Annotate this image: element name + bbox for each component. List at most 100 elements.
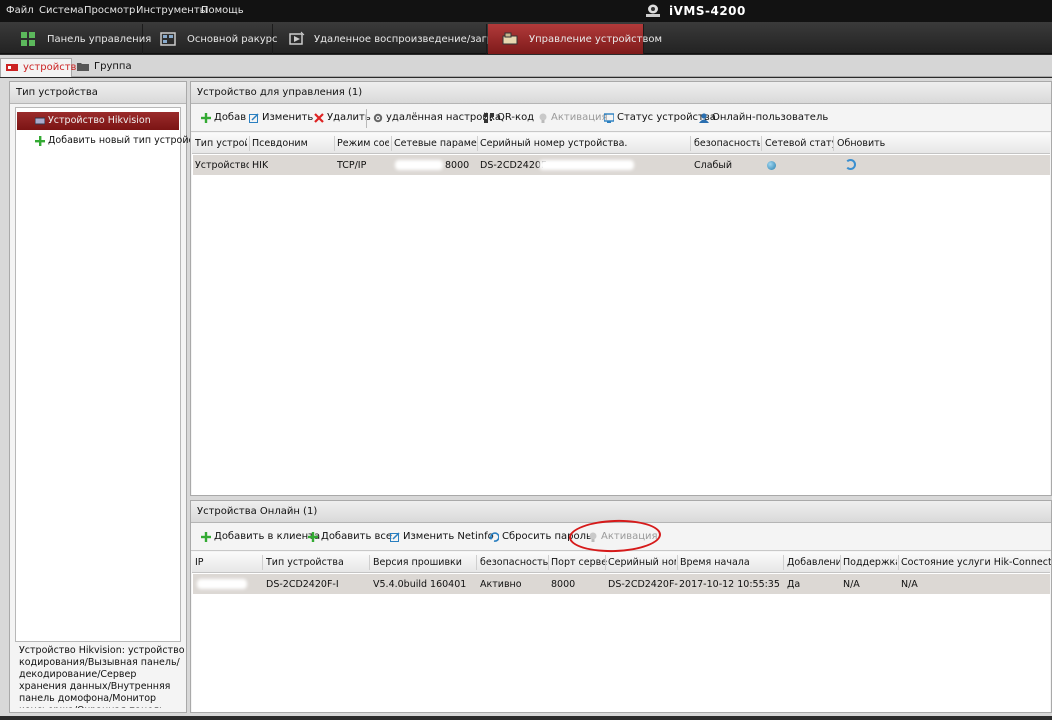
- menu-system[interactable]: Система: [39, 5, 84, 16]
- plus-icon: [201, 113, 211, 123]
- column-header[interactable]: Серийный номер устройства.: [480, 138, 690, 149]
- column-separator: [249, 136, 250, 151]
- column-separator: [548, 555, 549, 570]
- column-header[interactable]: Псевдоним: [252, 138, 332, 149]
- column-header[interactable]: безопасность: [694, 138, 760, 149]
- panel-title: Тип устройства: [16, 87, 98, 98]
- hikvision-device-icon: [35, 117, 45, 125]
- online-status-icon: [767, 161, 776, 170]
- delete-icon: [314, 113, 324, 123]
- remote-playback-icon: [289, 31, 305, 45]
- table-header: Тип устрой... Псевдоним Режим сое... Сет…: [192, 133, 1050, 154]
- column-header[interactable]: Сетевые параметры: [394, 138, 478, 149]
- table-row[interactable]: Устройство... HIK TCP/IP 8000 DS-2CD2420…: [193, 155, 1050, 175]
- tab-device-management[interactable]: Управление устройством: [488, 24, 662, 54]
- menu-tools[interactable]: Инструменты: [136, 5, 208, 16]
- device-type-description: Устройство Hikvision: устройство кодиров…: [19, 645, 185, 708]
- folder-icon: [77, 63, 89, 71]
- edit-icon: [390, 532, 400, 542]
- plus-icon: [308, 532, 318, 542]
- redacted-ip: [197, 579, 247, 589]
- button-label: Добав: [214, 112, 247, 123]
- column-separator: [476, 555, 477, 570]
- tab-main-view[interactable]: Основной ракурс: [143, 24, 278, 54]
- cell-type: Устройство...: [195, 160, 249, 171]
- tab-label: Удаленное воспроизведение/загрузка: [314, 34, 517, 45]
- column-header[interactable]: Версия прошивки: [373, 557, 473, 568]
- main-tab-bar: Панель управления Основной ракурс Удален…: [0, 22, 1052, 54]
- tab-label: Управление устройством: [529, 34, 662, 45]
- cell-port: 8000: [445, 160, 470, 171]
- tree-item-add-type[interactable]: Добавить новый тип устройств: [17, 132, 205, 150]
- button-label: Добавить в клиента: [214, 531, 321, 542]
- panel-title: Устройства Онлайн (1): [197, 506, 318, 517]
- reset-password-icon: [489, 532, 499, 542]
- tree-item-hikvision[interactable]: Устройство Hikvision: [17, 112, 179, 130]
- subtab-device[interactable]: устройство: [0, 58, 83, 77]
- managed-devices-panel: Устройство для управления (1) Добав Изме…: [190, 81, 1052, 496]
- table-row[interactable]: DS-2CD2420F-I V5.4.0build 160401 Активно…: [193, 574, 1050, 594]
- managed-toolbar: Добав Изменить Удалить удалённая настрой…: [191, 104, 1051, 132]
- column-separator: [369, 555, 370, 570]
- column-separator: [840, 555, 841, 570]
- column-header[interactable]: Тип устройства: [266, 557, 366, 568]
- column-separator: [898, 555, 899, 570]
- cell-security: Активно: [480, 579, 522, 590]
- column-header[interactable]: Состояние услуги Hik-Connect: [901, 557, 1051, 568]
- cell-mode: TCP/IP: [337, 160, 367, 171]
- main-view-icon: [160, 32, 176, 46]
- cell-type: DS-2CD2420F-I: [266, 579, 339, 590]
- column-separator: [262, 555, 263, 570]
- menu-help[interactable]: Помощь: [201, 5, 244, 16]
- cell-port: 8000: [551, 579, 576, 590]
- column-header[interactable]: Добавлени...: [787, 557, 841, 568]
- menu-view[interactable]: Просмотр: [84, 5, 135, 16]
- refresh-icon[interactable]: [845, 159, 856, 170]
- activation-icon: [539, 113, 547, 123]
- column-header[interactable]: Порт сервера: [551, 557, 607, 568]
- tab-label: Панель управления: [47, 34, 152, 45]
- device-type-panel: Тип устройства Устройство Hikvision Доба…: [9, 81, 205, 713]
- column-header[interactable]: безопасность: [480, 557, 548, 568]
- column-header[interactable]: Время начала: [680, 557, 784, 568]
- panel-header: Устройство для управления (1): [191, 82, 1051, 104]
- button-label: Добавить все: [321, 531, 393, 542]
- button-label: Активация: [551, 112, 608, 123]
- button-label: Онлайн-пользователь: [712, 112, 829, 123]
- managed-devices-table: Тип устрой... Псевдоним Режим сое... Сет…: [192, 133, 1050, 495]
- cell-hik-connect: N/A: [901, 579, 918, 590]
- device-status-icon: [604, 113, 614, 123]
- panel-title: Устройство для управления (1): [197, 87, 363, 98]
- button-label: Изменить Netinfo: [403, 531, 494, 542]
- cell-alias: HIK: [252, 160, 269, 171]
- online-user-icon: [699, 113, 709, 123]
- column-separator: [391, 136, 392, 151]
- device-type-tree: Устройство Hikvision Добавить новый тип …: [15, 107, 205, 642]
- subtab-label: Группа: [94, 61, 132, 72]
- column-separator: [334, 136, 335, 151]
- subtab-group[interactable]: Группа: [72, 58, 142, 77]
- plus-icon: [201, 532, 211, 542]
- column-header[interactable]: Сетевой статус: [765, 138, 833, 149]
- cell-firmware: V5.4.0build 160401: [373, 579, 467, 590]
- camera-logo-icon: [646, 4, 660, 17]
- work-area: Тип устройства Устройство Hikvision Доба…: [0, 78, 1052, 716]
- device-icon: [6, 64, 18, 71]
- column-header[interactable]: Обновить: [837, 138, 897, 149]
- column-separator: [605, 555, 606, 570]
- tab-remote-playback[interactable]: Удаленное воспроизведение/загрузка: [273, 24, 517, 54]
- cell-serial: DS-2CD2420F-I...: [608, 579, 678, 590]
- column-separator: [677, 555, 678, 570]
- column-header[interactable]: IP: [195, 557, 255, 568]
- column-separator: [477, 136, 478, 151]
- column-header[interactable]: Серийный ном...: [608, 557, 676, 568]
- column-header[interactable]: Тип устрой...: [195, 138, 247, 149]
- menu-file[interactable]: Файл: [6, 5, 34, 16]
- tree-item-label: Устройство Hikvision: [48, 115, 151, 126]
- redacted-ip: [395, 160, 443, 170]
- cell-start-time: 2017-10-12 10:55:35: [679, 579, 780, 590]
- column-header[interactable]: Поддержка ...: [843, 557, 897, 568]
- column-header[interactable]: Режим сое...: [337, 138, 389, 149]
- tab-control-panel[interactable]: Панель управления: [0, 24, 151, 54]
- column-separator: [690, 136, 691, 151]
